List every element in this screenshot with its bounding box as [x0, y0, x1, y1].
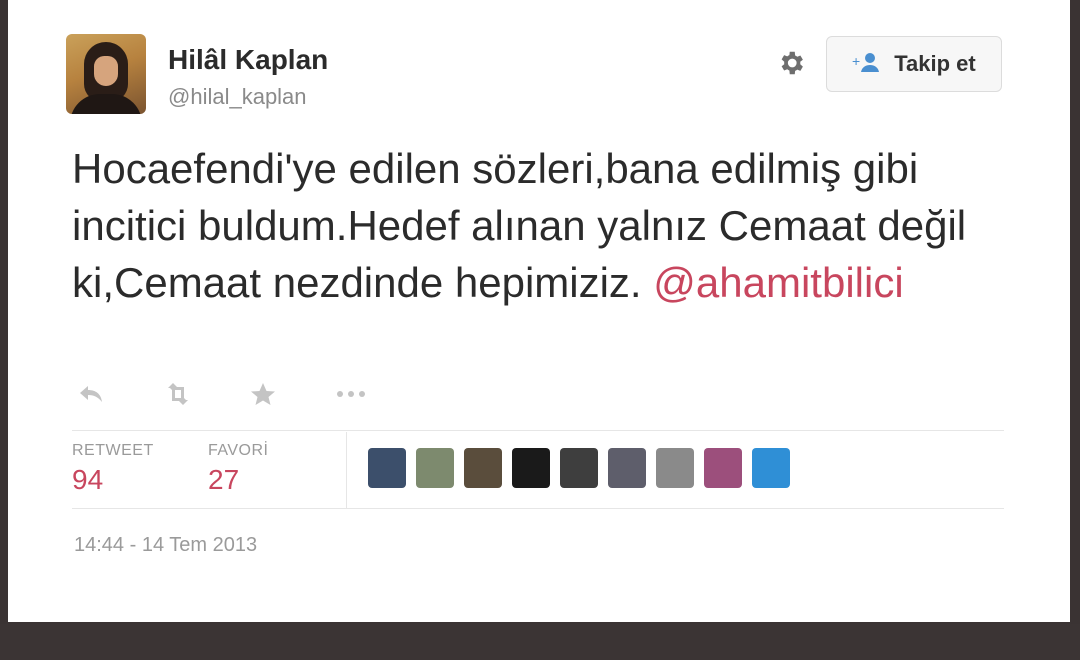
favoriter-avatar-4[interactable]	[512, 448, 550, 488]
favoriter-avatar-5[interactable]	[560, 448, 598, 488]
gear-icon[interactable]	[776, 48, 806, 78]
retweet-count[interactable]: 94	[72, 464, 103, 496]
favoriter-avatar-8[interactable]	[704, 448, 742, 488]
avatar[interactable]	[66, 34, 146, 114]
tweet-text: Hocaefendi'ye edilen sözleri,bana edilmi…	[72, 140, 992, 311]
favoriter-avatar-1[interactable]	[368, 448, 406, 488]
display-name[interactable]: Hilâl Kaplan	[168, 44, 328, 76]
avatar-face-shape	[94, 56, 118, 86]
favoriter-avatars	[368, 448, 808, 492]
tweet-actions	[72, 380, 392, 414]
add-user-icon: +	[852, 51, 882, 77]
more-icon[interactable]	[334, 380, 368, 414]
retweet-count-label: RETWEET	[72, 442, 154, 459]
favoriter-avatar-2[interactable]	[416, 448, 454, 488]
tweet-timestamp[interactable]: 14:44 - 14 Tem 2013	[74, 534, 257, 557]
favoriter-avatar-6[interactable]	[608, 448, 646, 488]
svg-text:+: +	[852, 53, 860, 69]
username[interactable]: @hilal_kaplan	[168, 84, 307, 110]
favorite-icon[interactable]	[250, 380, 276, 414]
stats-vertical-divider	[346, 432, 347, 508]
favorite-count-label: FAVORİ	[208, 442, 269, 459]
favorite-count[interactable]: 27	[208, 464, 239, 496]
stats-divider-bottom	[72, 508, 1004, 509]
follow-label: Takip et	[894, 51, 976, 76]
favoriter-avatar-7[interactable]	[656, 448, 694, 488]
mention-link[interactable]: @ahamitbilici	[653, 259, 903, 306]
reply-icon[interactable]	[78, 380, 104, 414]
favoriter-avatar-9[interactable]	[752, 448, 790, 488]
avatar-shoulders-shape	[70, 94, 142, 114]
favoriter-avatar-3[interactable]	[464, 448, 502, 488]
retweet-icon[interactable]	[162, 380, 194, 414]
follow-button[interactable]: + Takip et	[826, 36, 1002, 92]
page-frame-bottom	[0, 624, 1080, 660]
stats-divider-top	[72, 430, 1004, 431]
